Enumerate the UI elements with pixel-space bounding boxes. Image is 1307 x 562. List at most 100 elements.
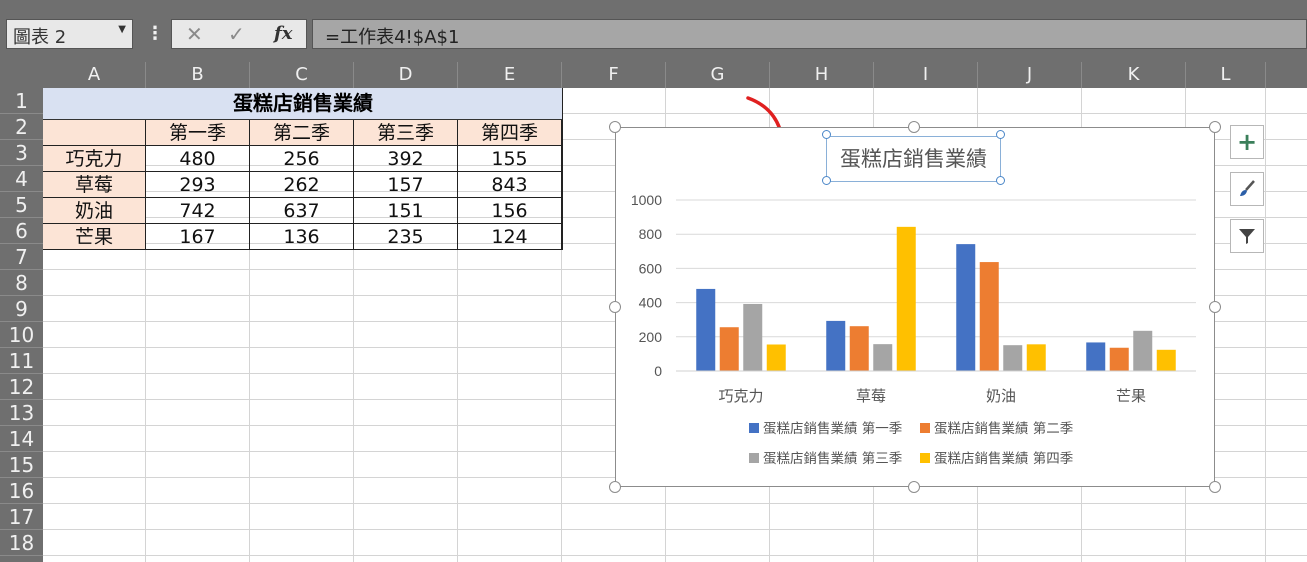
table-cell[interactable]: 256 bbox=[250, 146, 354, 172]
column-header-l[interactable]: L bbox=[1186, 62, 1266, 88]
table-cell[interactable]: 293 bbox=[146, 172, 250, 198]
column-header-i[interactable]: I bbox=[874, 62, 978, 88]
resize-handle-bottom-left[interactable] bbox=[609, 481, 621, 493]
bar-2-2[interactable] bbox=[849, 326, 869, 371]
table-cell[interactable]: 167 bbox=[146, 224, 250, 250]
table-cell[interactable]: 136 bbox=[250, 224, 354, 250]
resize-handle-top[interactable] bbox=[908, 121, 920, 133]
chevron-down-icon[interactable]: ▼ bbox=[118, 24, 126, 35]
title-handle-top-left[interactable] bbox=[822, 130, 831, 139]
resize-handle-bottom-right[interactable] bbox=[1209, 481, 1221, 493]
title-handle-bottom-right[interactable] bbox=[996, 176, 1005, 185]
bar-2-3[interactable] bbox=[979, 262, 999, 371]
column-header-b[interactable]: B bbox=[146, 62, 250, 88]
row-header-4[interactable]: 4 bbox=[0, 166, 43, 192]
bar-4-3[interactable] bbox=[1026, 344, 1046, 371]
row-header-13[interactable]: 13 bbox=[0, 400, 43, 426]
formula-input[interactable]: =工作表4!$A$1 bbox=[312, 19, 1307, 49]
table-cell[interactable]: 156 bbox=[458, 198, 562, 224]
table-header-cell[interactable]: 第四季 bbox=[458, 120, 562, 146]
column-header-e[interactable]: E bbox=[458, 62, 562, 88]
row-label-cell[interactable]: 草莓 bbox=[43, 172, 146, 198]
column-header-f[interactable]: F bbox=[562, 62, 666, 88]
row-header-6[interactable]: 6 bbox=[0, 218, 43, 244]
row-header-18[interactable]: 18 bbox=[0, 530, 43, 556]
table-cell[interactable]: 157 bbox=[354, 172, 458, 198]
row-header-11[interactable]: 11 bbox=[0, 348, 43, 374]
table-cell[interactable]: 392 bbox=[354, 146, 458, 172]
chart-area[interactable]: 蛋糕店銷售業績 0 200 400 600 800 1000 巧克力 草莓 奶油 芒果 蛋糕店銷售業… bbox=[615, 127, 1215, 487]
bar-4-1[interactable] bbox=[766, 344, 786, 371]
table-cell[interactable]: 742 bbox=[146, 198, 250, 224]
bar-3-2[interactable] bbox=[873, 344, 893, 371]
table-header-cell[interactable]: 第三季 bbox=[354, 120, 458, 146]
row-label-cell[interactable]: 巧克力 bbox=[43, 146, 146, 172]
chart-elements-button[interactable]: + bbox=[1230, 125, 1264, 159]
table-cell[interactable]: 480 bbox=[146, 146, 250, 172]
bar-1-2[interactable] bbox=[826, 320, 846, 371]
row-header-15[interactable]: 15 bbox=[0, 452, 43, 478]
bar-1-1[interactable] bbox=[696, 288, 716, 371]
row-header-10[interactable]: 10 bbox=[0, 322, 43, 348]
row-header-7[interactable]: 7 bbox=[0, 244, 43, 270]
row-header-3[interactable]: 3 bbox=[0, 140, 43, 166]
bar-4-4[interactable] bbox=[1156, 349, 1176, 371]
legend-entry-2[interactable]: 蛋糕店銷售業績 第二季 bbox=[920, 420, 1073, 437]
row-label-cell[interactable]: 芒果 bbox=[43, 224, 146, 250]
bar-2-4[interactable] bbox=[1109, 347, 1129, 371]
table-header-cell[interactable]: 第一季 bbox=[146, 120, 250, 146]
row-header-12[interactable]: 12 bbox=[0, 374, 43, 400]
table-header-cell[interactable]: 第二季 bbox=[250, 120, 354, 146]
title-handle-top-right[interactable] bbox=[996, 130, 1005, 139]
row-header-17[interactable]: 17 bbox=[0, 504, 43, 530]
bar-4-2[interactable] bbox=[896, 226, 916, 371]
bar-3-3[interactable] bbox=[1003, 345, 1023, 371]
table-cell[interactable]: 151 bbox=[354, 198, 458, 224]
table-cell[interactable]: 235 bbox=[354, 224, 458, 250]
cancel-icon[interactable]: ✕ bbox=[186, 22, 203, 46]
bar-3-4[interactable] bbox=[1133, 330, 1153, 371]
column-header-j[interactable]: J bbox=[978, 62, 1082, 88]
resize-handle-right[interactable] bbox=[1209, 301, 1221, 313]
row-header-14[interactable]: 14 bbox=[0, 426, 43, 452]
insert-function-icon[interactable]: fx bbox=[274, 23, 292, 44]
table-cell[interactable]: 124 bbox=[458, 224, 562, 250]
bar-1-3[interactable] bbox=[956, 244, 976, 371]
resize-handle-left[interactable] bbox=[609, 301, 621, 313]
legend-entry-3[interactable]: 蛋糕店銷售業績 第三季 bbox=[749, 450, 902, 467]
column-header-h[interactable]: H bbox=[770, 62, 874, 88]
column-header-c[interactable]: C bbox=[250, 62, 354, 88]
enter-icon[interactable]: ✓ bbox=[228, 22, 245, 46]
row-header-1[interactable]: 1 bbox=[0, 88, 43, 114]
legend-entry-1[interactable]: 蛋糕店銷售業績 第一季 bbox=[749, 420, 902, 437]
more-options-icon[interactable]: ⋮ bbox=[146, 24, 164, 48]
resize-handle-top-left[interactable] bbox=[609, 121, 621, 133]
table-title-cell[interactable]: 蛋糕店銷售業績 bbox=[43, 88, 563, 120]
legend-entry-4[interactable]: 蛋糕店銷售業績 第四季 bbox=[920, 450, 1073, 467]
name-box[interactable]: 圖表 2 ▼ bbox=[6, 19, 133, 49]
chart-filters-button[interactable] bbox=[1230, 219, 1264, 253]
row-header-16[interactable]: 16 bbox=[0, 478, 43, 504]
bar-3-1[interactable] bbox=[743, 303, 763, 371]
column-header-g[interactable]: G bbox=[666, 62, 770, 88]
resize-handle-bottom[interactable] bbox=[908, 481, 920, 493]
table-cell[interactable]: 637 bbox=[250, 198, 354, 224]
column-header-a[interactable]: A bbox=[43, 62, 146, 88]
resize-handle-top-right[interactable] bbox=[1209, 121, 1221, 133]
title-handle-bottom-left[interactable] bbox=[822, 176, 831, 185]
chart-styles-button[interactable] bbox=[1230, 172, 1264, 206]
row-header-8[interactable]: 8 bbox=[0, 270, 43, 296]
bar-2-1[interactable] bbox=[719, 327, 739, 371]
column-header-k[interactable]: K bbox=[1082, 62, 1186, 88]
row-header-5[interactable]: 5 bbox=[0, 192, 43, 218]
row-label-cell[interactable]: 奶油 bbox=[43, 198, 146, 224]
row-header-9[interactable]: 9 bbox=[0, 296, 43, 322]
bar-1-4[interactable] bbox=[1086, 342, 1106, 371]
column-header-d[interactable]: D bbox=[354, 62, 458, 88]
table-header-cell[interactable] bbox=[43, 120, 146, 146]
row-header-2[interactable]: 2 bbox=[0, 114, 43, 140]
table-cell[interactable]: 262 bbox=[250, 172, 354, 198]
table-cell[interactable]: 843 bbox=[458, 172, 562, 198]
table-cell[interactable]: 155 bbox=[458, 146, 562, 172]
y-tick-label: 0 bbox=[654, 363, 662, 379]
